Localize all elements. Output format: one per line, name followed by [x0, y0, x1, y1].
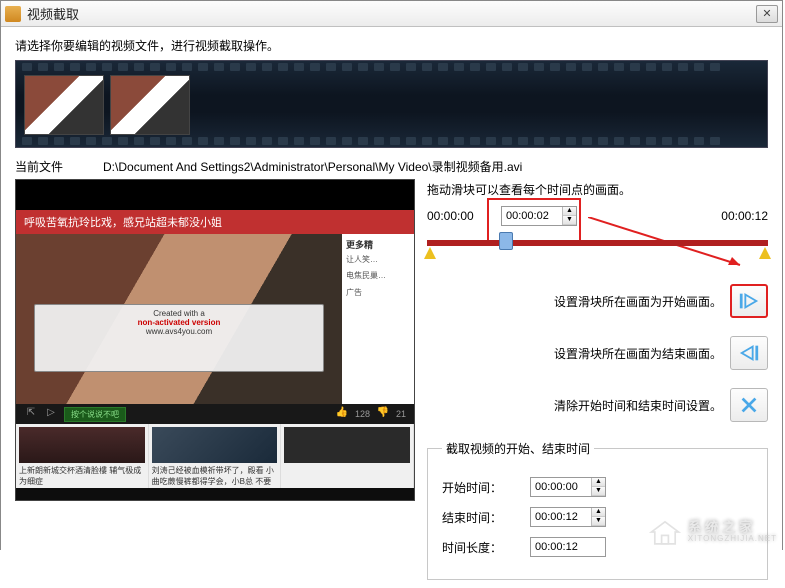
video-preview: 呼吸苦氧抗玲比戏，感兄站超未郁没小姐 Created with a non-ac… — [15, 179, 415, 501]
slider-end-time: 00:00:12 — [721, 209, 768, 223]
thumbnail-1[interactable] — [24, 75, 104, 135]
preview-related: 上新朗新城交杯酒清脸樓 辅气极成为细症 刘涛己经被血模祈带坏了，殿看 小曲吃蕨慢… — [16, 424, 414, 488]
set-end-icon — [738, 342, 760, 364]
end-time-label: 结束时间： — [442, 509, 512, 526]
spinner-down-icon[interactable]: ▼ — [592, 517, 605, 526]
set-start-icon — [738, 290, 760, 312]
start-time-input[interactable]: 00:00:00 ▲▼ — [530, 477, 606, 497]
sprockets-bottom — [16, 135, 767, 147]
spinner-down-icon[interactable]: ▼ — [563, 216, 576, 225]
spinner-up-icon[interactable]: ▲ — [592, 508, 605, 517]
set-end-label: 设置滑块所在画面为结束画面。 — [427, 345, 722, 362]
like-count: 128 — [355, 409, 370, 419]
range-end-marker[interactable] — [759, 247, 771, 259]
watermark-cn: 系统之家 — [688, 520, 777, 535]
watermark-en: XITONGZHIJIA.NET — [688, 535, 777, 544]
duration-label: 时间长度： — [442, 539, 512, 556]
titlebar: 视频截取 ✕ — [1, 1, 782, 27]
start-time-label: 开始时间： — [442, 479, 512, 496]
current-file-row: 当前文件 D:\Document And Settings2\Administr… — [15, 158, 768, 175]
thumbnail-2[interactable] — [110, 75, 190, 135]
set-end-button[interactable] — [730, 336, 768, 370]
like-icon[interactable]: 👍 — [335, 407, 349, 421]
play-icon[interactable]: ▷ — [44, 407, 58, 421]
slider-thumb[interactable] — [499, 232, 513, 250]
clear-icon — [738, 394, 760, 416]
watermark: 系统之家 XITONGZHIJIA.NET — [648, 518, 777, 546]
end-time-input[interactable]: 00:00:12 ▲▼ — [530, 507, 606, 527]
filmstrip[interactable] — [15, 60, 768, 148]
current-file-label: 当前文件 — [15, 158, 63, 175]
duration-value: 00:00:12 — [530, 537, 606, 557]
clear-label: 清除开始时间和结束时间设置。 — [427, 397, 722, 414]
watermark-overlay: Created with a non-activated version www… — [34, 304, 324, 372]
time-row: 00:00:00 00:00:02 ▲ ▼ 00:00:12 — [427, 206, 768, 226]
time-range-group: 截取视频的开始、结束时间 开始时间： 00:00:00 ▲▼ 结束时间： 00: — [427, 440, 768, 580]
clear-button[interactable] — [730, 388, 768, 422]
house-icon — [648, 518, 682, 546]
spinner-up-icon[interactable]: ▲ — [592, 478, 605, 487]
slider-start-time: 00:00:00 — [427, 209, 491, 223]
slider-track[interactable] — [427, 240, 768, 246]
content-area: 请选择你要编辑的视频文件，进行视频截取操作。 当前文件 D:\Document … — [1, 27, 782, 588]
preview-headline: 呼吸苦氧抗玲比戏，感兄站超未郁没小姐 — [16, 210, 414, 234]
dislike-count: 21 — [396, 409, 406, 419]
window: 视频截取 ✕ 请选择你要编辑的视频文件，进行视频截取操作。 当前文件 D:\Do… — [0, 0, 783, 550]
set-start-button[interactable] — [730, 284, 768, 318]
preview-caption: 按个说说不吧 — [64, 407, 126, 422]
slider-hint: 拖动滑块可以查看每个时间点的画面。 — [427, 181, 768, 198]
dislike-icon[interactable]: 👎 — [376, 407, 390, 421]
share-icon[interactable]: ⇱ — [24, 407, 38, 421]
range-start-marker[interactable] — [424, 247, 436, 259]
current-file-path: D:\Document And Settings2\Administrator\… — [103, 158, 522, 175]
timeline-slider[interactable] — [427, 232, 768, 268]
spinner-up-icon[interactable]: ▲ — [563, 207, 576, 216]
spinner-down-icon[interactable]: ▼ — [592, 487, 605, 496]
set-start-label: 设置滑块所在画面为开始画面。 — [427, 293, 722, 310]
instruction-text: 请选择你要编辑的视频文件，进行视频截取操作。 — [15, 37, 768, 54]
time-range-legend: 截取视频的开始、结束时间 — [442, 440, 594, 457]
window-title: 视频截取 — [27, 4, 756, 23]
position-spinner[interactable]: 00:00:02 ▲ ▼ — [501, 206, 577, 226]
preview-controls: ⇱ ▷ 按个说说不吧 👍 128 👎 21 — [16, 404, 414, 424]
sprockets-top — [16, 61, 767, 73]
preview-sidebar: 更多精 让人笑… 电焦民巢… 广告 — [342, 234, 414, 404]
preview-frame: Created with a non-activated version www… — [16, 234, 342, 404]
app-icon — [5, 6, 21, 22]
close-button[interactable]: ✕ — [756, 5, 778, 23]
